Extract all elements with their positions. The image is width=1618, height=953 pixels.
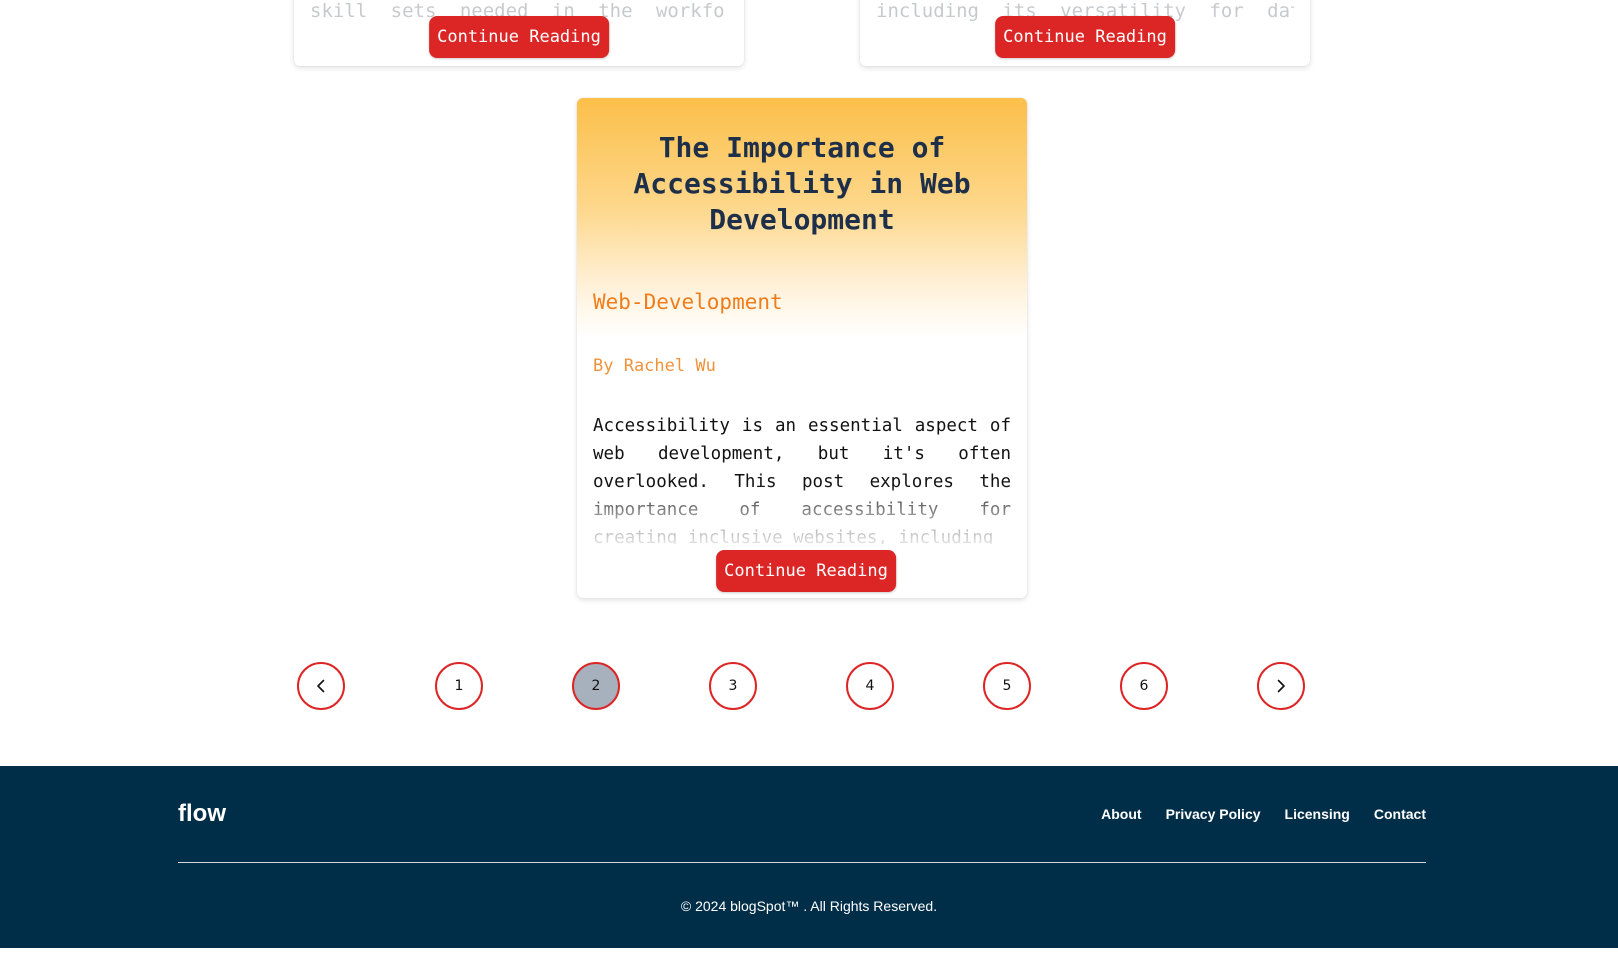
pagination: 1 2 3 4 5 6	[0, 662, 1618, 710]
continue-reading-button[interactable]: Continue Reading	[716, 550, 896, 592]
footer-link-contact[interactable]: Contact	[1374, 806, 1426, 822]
pagination-page-6[interactable]: 6	[1120, 662, 1168, 710]
pagination-page-4[interactable]: 4	[846, 662, 894, 710]
featured-blog-card: The Importance of Accessibility in Web D…	[577, 98, 1027, 598]
post-author: By Rachel Wu	[593, 356, 716, 376]
post-category: Web-Development	[593, 290, 783, 314]
chevron-left-icon	[317, 679, 325, 693]
footer-link-privacy-policy[interactable]: Privacy Policy	[1166, 806, 1261, 822]
continue-reading-button[interactable]: Continue Reading	[995, 16, 1175, 58]
continue-reading-button[interactable]: Continue Reading	[429, 16, 609, 58]
footer-nav: About Privacy Policy Licensing Contact	[1101, 806, 1426, 822]
chevron-right-icon	[1277, 679, 1285, 693]
pagination-page-2[interactable]: 2	[572, 662, 620, 710]
pagination-page-5[interactable]: 5	[983, 662, 1031, 710]
post-title: The Importance of Accessibility in Web D…	[633, 131, 971, 236]
footer-copyright: © 2024 blogSpot™ . All Rights Reserved.	[680, 898, 938, 914]
site-footer: flow About Privacy Policy Licensing Cont…	[0, 766, 1618, 948]
post-excerpt: Accessibility is an essential aspect of …	[593, 416, 1011, 544]
page-bottom-edge	[0, 948, 1618, 953]
footer-divider	[178, 862, 1426, 863]
footer-link-about[interactable]: About	[1101, 806, 1141, 822]
pagination-page-3[interactable]: 3	[709, 662, 757, 710]
footer-link-licensing[interactable]: Licensing	[1285, 806, 1350, 822]
footer-brand-logo[interactable]: flow	[178, 800, 226, 828]
blog-card: including its versatility for data Conti…	[860, 0, 1310, 66]
pagination-prev-button[interactable]	[297, 662, 345, 710]
blog-card: skill sets needed in the workforce, Cont…	[294, 0, 744, 66]
pagination-next-button[interactable]	[1257, 662, 1305, 710]
pagination-page-1[interactable]: 1	[435, 662, 483, 710]
